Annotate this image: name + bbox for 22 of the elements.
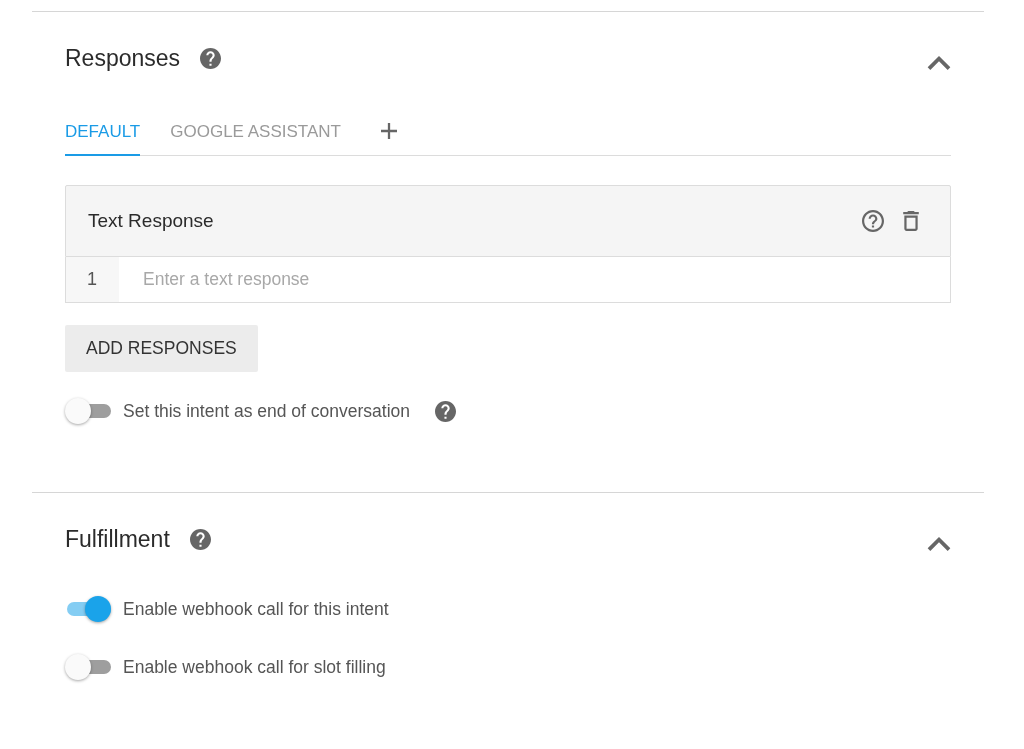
toggle-switch[interactable] (65, 596, 111, 622)
help-icon[interactable] (862, 210, 884, 232)
section-title: Responses (65, 44, 181, 72)
toggle-switch[interactable] (65, 398, 111, 424)
tab[interactable]: GOOGLE ASSISTANT (170, 110, 341, 156)
help-icon[interactable] (200, 47, 222, 69)
chevron-up-icon[interactable] (927, 56, 951, 70)
chevron-up-icon[interactable] (927, 537, 951, 551)
response-input[interactable]: Enter a text response (119, 257, 951, 303)
toggle-label: Set this intent as end of conversation (123, 400, 410, 422)
card-title: Text Response (88, 210, 214, 232)
toggle-label: Enable webhook call for slot filling (123, 656, 386, 678)
add-responses-button[interactable]: ADD RESPONSES (65, 325, 258, 372)
row-number: 1 (65, 257, 119, 303)
toggle-label: Enable webhook call for this intent (123, 598, 389, 620)
toggle-switch[interactable] (65, 654, 111, 680)
help-icon[interactable] (435, 400, 456, 422)
help-icon[interactable] (189, 528, 211, 550)
section-title: Fulfillment (65, 525, 170, 553)
plus-icon[interactable] (380, 122, 397, 139)
trash-icon[interactable] (903, 211, 919, 231)
tab[interactable]: DEFAULT (65, 110, 141, 156)
